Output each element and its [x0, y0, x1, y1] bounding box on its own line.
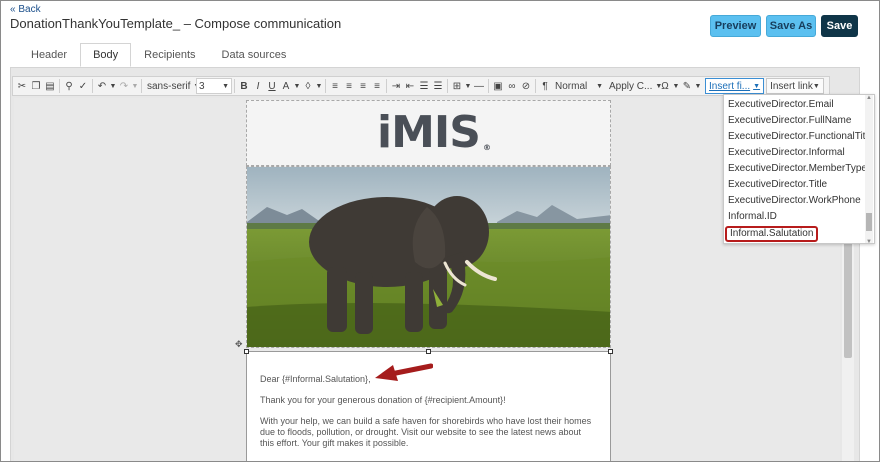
- resize-handle-top-center[interactable]: [426, 349, 431, 354]
- link-icon[interactable]: ∞: [505, 78, 519, 94]
- scroll-up-icon[interactable]: ▲: [865, 95, 873, 101]
- outdent-icon[interactable]: ⇤: [403, 78, 417, 94]
- justify-icon[interactable]: ≡: [370, 78, 384, 94]
- field-option-executive-director-title[interactable]: ExecutiveDirector.Title: [728, 177, 827, 193]
- redo-icon[interactable]: ↷: [117, 78, 131, 94]
- apply-css-value: Apply C...: [609, 80, 653, 92]
- tab-bar: Header Body Recipients Data sources: [18, 43, 299, 67]
- align-center-icon[interactable]: ≡: [342, 78, 356, 94]
- insert-field-button[interactable]: Insert fi... ▼: [705, 78, 765, 94]
- chevron-down-icon: ▼: [812, 82, 820, 90]
- chevron-down-icon[interactable]: ▼: [694, 78, 702, 94]
- move-handle-icon[interactable]: ✥: [235, 340, 244, 349]
- font-size-value: 3: [199, 80, 205, 92]
- tab-header[interactable]: Header: [18, 43, 80, 67]
- apply-css-select[interactable]: Apply C... ▼: [606, 78, 662, 94]
- background-color-icon[interactable]: ◊: [301, 78, 315, 94]
- field-option-informal-id[interactable]: Informal.ID: [728, 209, 777, 225]
- spellcheck-icon[interactable]: ✓: [76, 78, 90, 94]
- field-option-executive-director-member-type[interactable]: ExecutiveDirector.MemberType: [728, 161, 867, 177]
- copy-icon[interactable]: ❐: [29, 78, 43, 94]
- font-family-select[interactable]: sans-serif▼: [144, 78, 200, 94]
- save-as-button[interactable]: Save As: [766, 15, 816, 37]
- bold-icon[interactable]: B: [237, 78, 251, 94]
- underline-icon[interactable]: U: [265, 78, 279, 94]
- chevron-down-icon[interactable]: ▼: [672, 78, 680, 94]
- imis-logo: iMIS ®: [377, 111, 491, 155]
- field-option-informal-salutation[interactable]: Informal.Salutation: [725, 226, 819, 242]
- toolbar-divider: [92, 79, 93, 93]
- dropdown-scroll-thumb[interactable]: [866, 213, 872, 231]
- tab-data-sources[interactable]: Data sources: [209, 43, 300, 67]
- cut-icon[interactable]: ✂: [15, 78, 29, 94]
- impact-paragraph[interactable]: With your help, we can build a safe have…: [260, 416, 597, 449]
- paragraph-format-select[interactable]: Normal ▼: [552, 78, 606, 94]
- elephant-photo[interactable]: [246, 166, 611, 348]
- paragraph-format-value: Normal: [555, 80, 588, 92]
- elephant-image: [247, 167, 610, 347]
- insert-field-dropdown[interactable]: ExecutiveDirector.Email ExecutiveDirecto…: [723, 94, 875, 244]
- font-family-value: sans-serif: [147, 80, 191, 92]
- toolbar-divider: [234, 79, 235, 93]
- font-size-select[interactable]: 3 ▼: [196, 78, 232, 94]
- registered-mark: ®: [482, 143, 491, 152]
- compose-communication-window: « Back DonationThankYouTemplate_ – Compo…: [0, 0, 880, 462]
- toolbar-divider: [325, 79, 326, 93]
- find-icon[interactable]: ⚲: [62, 78, 76, 94]
- field-option-executive-director-email[interactable]: ExecutiveDirector.Email: [728, 97, 834, 113]
- resize-handle-top-right[interactable]: [608, 349, 613, 354]
- thank-you-line[interactable]: Thank you for your generous donation of …: [260, 395, 597, 406]
- scroll-down-icon[interactable]: ▼: [865, 239, 873, 243]
- field-option-executive-director-informal[interactable]: ExecutiveDirector.Informal: [728, 145, 845, 161]
- tab-body[interactable]: Body: [80, 43, 132, 67]
- annotation-arrow-icon: [375, 363, 433, 381]
- toolbar-divider: [447, 79, 448, 93]
- unlink-icon[interactable]: ⊘: [519, 78, 533, 94]
- back-link[interactable]: « Back: [10, 4, 41, 15]
- logo-section[interactable]: iMIS ®: [246, 100, 611, 166]
- align-right-icon[interactable]: ≡: [356, 78, 370, 94]
- chevron-down-icon: ▼: [753, 82, 761, 90]
- numbered-list-icon[interactable]: ☰: [417, 78, 431, 94]
- page-title: DonationThankYouTemplate_ – Compose comm…: [10, 16, 342, 31]
- image-icon[interactable]: ▣: [491, 78, 505, 94]
- align-left-icon[interactable]: ≡: [328, 78, 342, 94]
- field-option-executive-director-full-name[interactable]: ExecutiveDirector.FullName: [728, 113, 851, 129]
- special-character-icon[interactable]: Ω: [658, 78, 672, 94]
- editor-toolbar: ✂ ❐ ▤ ⚲ ✓ ↶ ▼ ↷ ▼ sans-serif▼ 3▼ B I U A…: [12, 76, 830, 96]
- bullet-list-icon[interactable]: ☰: [431, 78, 445, 94]
- toolbar-divider: [141, 79, 142, 93]
- dropdown-scrollbar[interactable]: ▲ ▼: [865, 95, 873, 243]
- field-option-executive-director-work-phone[interactable]: ExecutiveDirector.WorkPhone: [728, 193, 861, 209]
- italic-icon[interactable]: I: [251, 78, 265, 94]
- toolbar-divider: [386, 79, 387, 93]
- indent-icon[interactable]: ⇥: [389, 78, 403, 94]
- insert-link-button[interactable]: Insert link ▼: [766, 78, 824, 94]
- tab-recipients[interactable]: Recipients: [131, 43, 208, 67]
- chevron-down-icon: ▼: [596, 82, 603, 90]
- undo-icon[interactable]: ↶: [95, 78, 109, 94]
- redo-dropdown-icon[interactable]: ▼: [131, 78, 139, 94]
- toolbar-divider: [535, 79, 536, 93]
- font-color-icon[interactable]: A: [279, 78, 293, 94]
- logo-text: iMIS: [377, 107, 481, 158]
- resize-handle-top-left[interactable]: [244, 349, 249, 354]
- paste-icon[interactable]: ▤: [43, 78, 57, 94]
- chevron-down-icon: ▼: [222, 82, 229, 90]
- save-button[interactable]: Save: [821, 15, 858, 37]
- horizontal-rule-icon[interactable]: ―: [472, 78, 486, 94]
- paragraph-icon[interactable]: ¶: [538, 78, 552, 94]
- preview-button[interactable]: Preview: [710, 15, 761, 37]
- toolbar-divider: [59, 79, 60, 93]
- field-option-executive-director-functional-title[interactable]: ExecutiveDirector.FunctionalTitle: [728, 129, 873, 145]
- toolbar-divider: [488, 79, 489, 93]
- table-icon[interactable]: ⊞: [450, 78, 464, 94]
- chevron-down-icon[interactable]: ▼: [315, 78, 323, 94]
- insert-link-label: Insert link: [770, 80, 813, 92]
- format-stripper-icon[interactable]: ✎: [680, 78, 694, 94]
- chevron-down-icon[interactable]: ▼: [464, 78, 472, 94]
- insert-field-label: Insert fi...: [709, 80, 751, 92]
- undo-dropdown-icon[interactable]: ▼: [109, 78, 117, 94]
- chevron-down-icon[interactable]: ▼: [293, 78, 301, 94]
